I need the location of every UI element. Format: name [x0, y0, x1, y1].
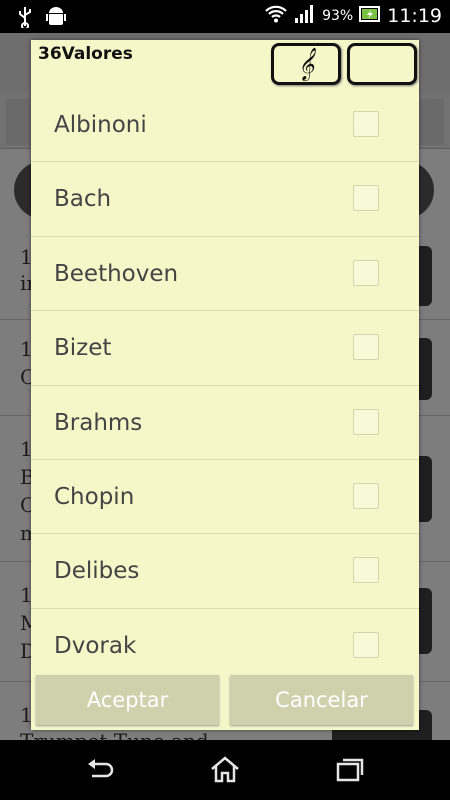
composer-name: Chopin	[54, 483, 135, 510]
checkbox[interactable]	[353, 259, 379, 286]
composer-item-beethoven[interactable]: Beethoven	[31, 237, 419, 312]
clock: 11:19	[387, 5, 442, 27]
composer-name: Dvorak	[54, 632, 137, 659]
checkbox[interactable]	[353, 482, 379, 509]
composer-item-bach[interactable]: Bach	[31, 162, 419, 237]
composer-item-albinoni[interactable]: Albinoni	[31, 88, 419, 163]
checkbox[interactable]	[353, 111, 379, 137]
android-icon	[46, 6, 66, 32]
battery-icon	[359, 5, 381, 27]
music-button[interactable]: 𝄞	[271, 43, 341, 85]
composer-list[interactable]: Albinoni Bach Beethoven Bizet Brahms Cho…	[31, 88, 419, 675]
back-icon[interactable]	[84, 754, 116, 786]
checkbox[interactable]	[353, 631, 379, 658]
dialog-actions: Aceptar Cancelar	[31, 675, 419, 730]
home-icon[interactable]	[209, 754, 241, 786]
wifi-icon	[264, 4, 288, 28]
composer-name: Bizet	[54, 335, 112, 362]
usb-icon	[18, 6, 32, 32]
composer-item-dvorak[interactable]: Dvorak	[31, 609, 419, 675]
recent-apps-icon[interactable]	[334, 754, 366, 786]
checkbox[interactable]	[353, 334, 379, 361]
composer-filter-dialog: 36Valores 𝄞 Albinoni Bach Beethoven Bize…	[31, 40, 419, 730]
composer-name: Brahms	[54, 409, 143, 436]
checkbox[interactable]	[353, 557, 379, 584]
composer-name: Beethoven	[54, 260, 179, 287]
treble-clef-icon: 𝄞	[297, 47, 315, 80]
composer-name: Bach	[54, 186, 112, 213]
composer-name: Delibes	[54, 558, 140, 585]
signal-icon	[294, 4, 316, 28]
composer-item-brahms[interactable]: Brahms	[31, 386, 419, 460]
checkbox[interactable]	[353, 185, 379, 212]
cancel-button[interactable]: Cancelar	[230, 675, 413, 725]
navigation-bar	[0, 740, 450, 800]
accept-button[interactable]: Aceptar	[36, 675, 219, 725]
dialog-title: 36Valores	[38, 44, 133, 64]
blank-button[interactable]	[347, 43, 417, 85]
composer-item-delibes[interactable]: Delibes	[31, 534, 419, 609]
composer-item-chopin[interactable]: Chopin	[31, 460, 419, 535]
battery-percent: 93%	[322, 8, 354, 24]
status-bar: 93% 11:19	[0, 0, 450, 33]
composer-item-bizet[interactable]: Bizet	[31, 311, 419, 386]
composer-name: Albinoni	[54, 112, 147, 138]
checkbox[interactable]	[353, 408, 379, 435]
